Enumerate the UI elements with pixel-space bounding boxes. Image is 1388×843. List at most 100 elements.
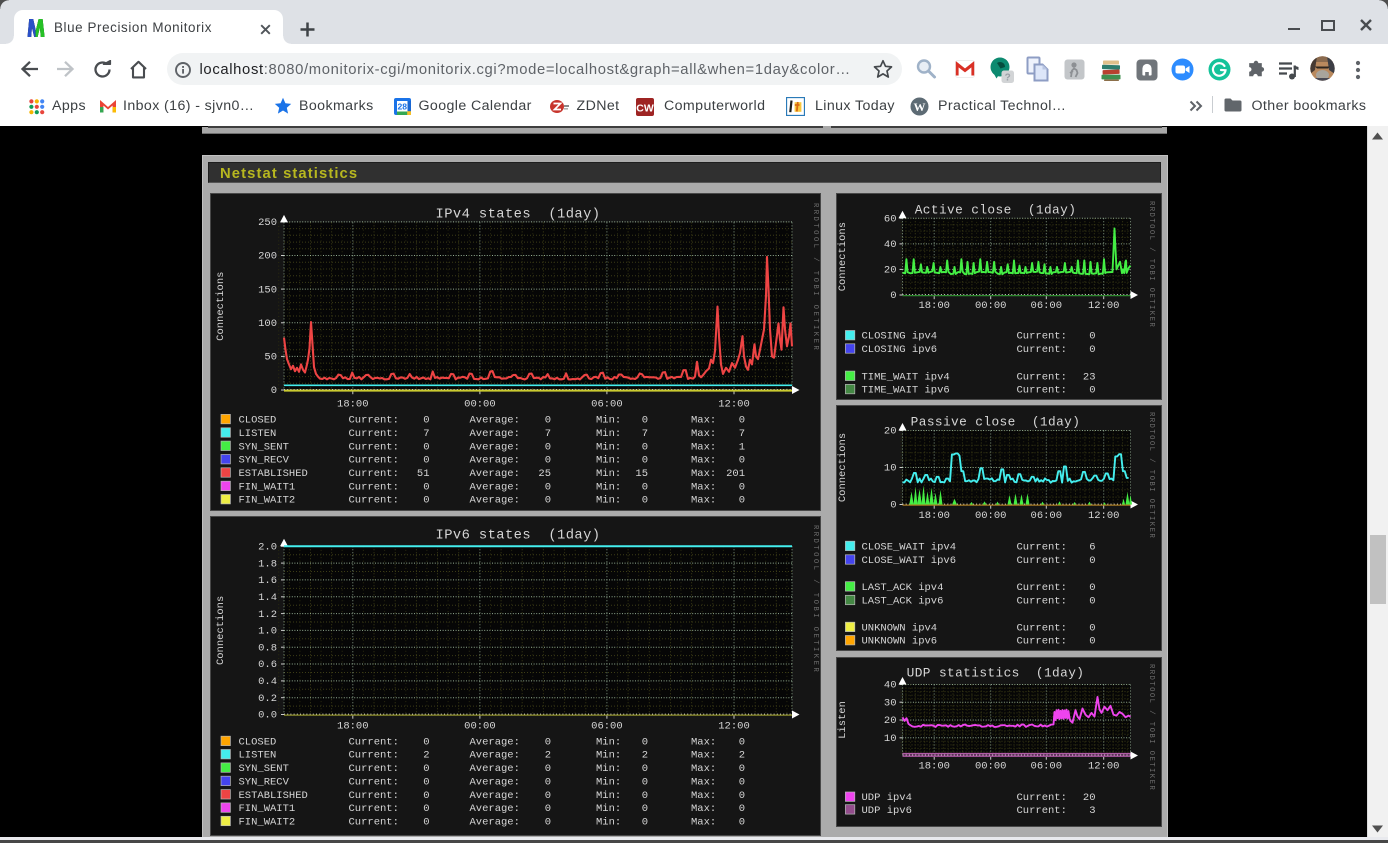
svg-text:Min:: Min: bbox=[596, 736, 621, 748]
svg-text:0: 0 bbox=[544, 481, 550, 493]
svg-text:Passive close (1day): Passive close (1day) bbox=[911, 415, 1081, 430]
svg-text:0.0: 0.0 bbox=[258, 710, 277, 722]
svg-text:IPv6 states (1day): IPv6 states (1day) bbox=[435, 528, 600, 544]
svg-text:Listen: Listen bbox=[837, 701, 849, 739]
svg-text:00:00: 00:00 bbox=[975, 300, 1007, 312]
svg-text:0: 0 bbox=[544, 414, 550, 426]
svg-text:00:00: 00:00 bbox=[464, 398, 496, 410]
svg-text:0: 0 bbox=[423, 481, 429, 493]
svg-text:0: 0 bbox=[544, 763, 550, 775]
svg-text:0: 0 bbox=[1089, 596, 1095, 608]
svg-text:CLOSED: CLOSED bbox=[238, 736, 276, 748]
svg-text:2: 2 bbox=[738, 750, 744, 762]
svg-text:Current:: Current: bbox=[1017, 636, 1067, 648]
svg-text:Average:: Average: bbox=[469, 468, 519, 480]
svg-text:Max:: Max: bbox=[691, 481, 716, 493]
svg-text:LAST_ACK ipv6: LAST_ACK ipv6 bbox=[862, 596, 944, 608]
svg-text:10: 10 bbox=[884, 463, 897, 475]
svg-text:Max:: Max: bbox=[691, 803, 716, 815]
svg-text:Max:: Max: bbox=[691, 414, 716, 426]
svg-text:SYN_SENT: SYN_SENT bbox=[238, 441, 288, 453]
svg-text:Current:: Current: bbox=[1017, 622, 1067, 634]
svg-text:18:00: 18:00 bbox=[918, 510, 950, 522]
svg-text:CLOSE_WAIT ipv4: CLOSE_WAIT ipv4 bbox=[862, 541, 957, 553]
svg-text:0: 0 bbox=[423, 441, 429, 453]
svg-text:FIN_WAIT2: FIN_WAIT2 bbox=[238, 817, 295, 829]
svg-text:LAST_ACK ipv4: LAST_ACK ipv4 bbox=[862, 582, 944, 594]
svg-text:LISTEN: LISTEN bbox=[238, 750, 276, 762]
svg-text:Max:: Max: bbox=[691, 441, 716, 453]
svg-text:0: 0 bbox=[423, 803, 429, 815]
svg-text:RRDTOOL / TOBI OETIKER: RRDTOOL / TOBI OETIKER bbox=[1147, 412, 1155, 539]
svg-text:201: 201 bbox=[726, 468, 745, 480]
svg-text:0: 0 bbox=[544, 441, 550, 453]
svg-text:0.8: 0.8 bbox=[258, 642, 277, 654]
svg-text:Connections: Connections bbox=[837, 221, 849, 290]
svg-text:0.2: 0.2 bbox=[258, 693, 277, 705]
svg-text:Average:: Average: bbox=[469, 790, 519, 802]
svg-text:3: 3 bbox=[1089, 805, 1095, 817]
svg-text:Current:: Current: bbox=[348, 817, 398, 829]
svg-text:0: 0 bbox=[544, 817, 550, 829]
svg-text:1.4: 1.4 bbox=[258, 592, 277, 604]
svg-text:Current:: Current: bbox=[348, 736, 398, 748]
svg-text:00:00: 00:00 bbox=[975, 510, 1007, 522]
svg-text:0.6: 0.6 bbox=[258, 659, 277, 671]
svg-text:15: 15 bbox=[635, 468, 648, 480]
svg-text:Max:: Max: bbox=[691, 736, 716, 748]
svg-text:Current:: Current: bbox=[348, 494, 398, 506]
svg-text:CLOSED: CLOSED bbox=[238, 414, 276, 426]
svg-text:TIME_WAIT ipv4: TIME_WAIT ipv4 bbox=[862, 371, 950, 383]
svg-text:12:00: 12:00 bbox=[718, 720, 750, 732]
svg-text:Max:: Max: bbox=[691, 494, 716, 506]
svg-text:ESTABLISHED: ESTABLISHED bbox=[238, 468, 307, 480]
svg-text:Current:: Current: bbox=[1017, 596, 1067, 608]
svg-text:7: 7 bbox=[641, 428, 647, 440]
svg-text:SYN_RECV: SYN_RECV bbox=[238, 776, 289, 788]
svg-text:CLOSE_WAIT ipv6: CLOSE_WAIT ipv6 bbox=[862, 555, 957, 567]
svg-text:0: 0 bbox=[641, 763, 647, 775]
svg-text:Min:: Min: bbox=[596, 428, 621, 440]
svg-text:0: 0 bbox=[738, 481, 744, 493]
svg-text:Active close (1day): Active close (1day) bbox=[915, 202, 1077, 217]
svg-text:0: 0 bbox=[641, 494, 647, 506]
svg-text:Current:: Current: bbox=[348, 776, 398, 788]
svg-text:IPv4 states (1day): IPv4 states (1day) bbox=[435, 206, 600, 222]
svg-text:Max:: Max: bbox=[691, 776, 716, 788]
svg-text:0: 0 bbox=[738, 494, 744, 506]
svg-text:0: 0 bbox=[738, 790, 744, 802]
svg-text:0: 0 bbox=[270, 385, 276, 397]
svg-text:Connections: Connections bbox=[215, 596, 227, 665]
svg-text:0: 0 bbox=[641, 776, 647, 788]
svg-text:0: 0 bbox=[641, 736, 647, 748]
svg-text:SYN_RECV: SYN_RECV bbox=[238, 454, 289, 466]
svg-text:Average:: Average: bbox=[469, 763, 519, 775]
svg-text:Min:: Min: bbox=[596, 750, 621, 762]
svg-text:06:00: 06:00 bbox=[1031, 510, 1063, 522]
svg-text:0: 0 bbox=[1089, 582, 1095, 594]
svg-text:0: 0 bbox=[738, 414, 744, 426]
svg-text:Current:: Current: bbox=[1017, 805, 1067, 817]
svg-text:150: 150 bbox=[258, 284, 277, 296]
svg-text:Current:: Current: bbox=[348, 803, 398, 815]
svg-text:30: 30 bbox=[884, 698, 897, 710]
svg-text:23: 23 bbox=[1083, 371, 1096, 383]
svg-text:50: 50 bbox=[264, 351, 277, 363]
svg-text:2: 2 bbox=[423, 750, 429, 762]
svg-text:Current:: Current: bbox=[348, 414, 398, 426]
svg-text:Connections: Connections bbox=[215, 271, 227, 340]
svg-text:25: 25 bbox=[538, 468, 551, 480]
svg-text:FIN_WAIT1: FIN_WAIT1 bbox=[238, 481, 295, 493]
svg-text:Min:: Min: bbox=[596, 414, 621, 426]
svg-text:Max:: Max: bbox=[691, 750, 716, 762]
svg-text:Average:: Average: bbox=[469, 454, 519, 466]
svg-text:0: 0 bbox=[544, 494, 550, 506]
svg-text:Min:: Min: bbox=[596, 454, 621, 466]
svg-text:0: 0 bbox=[423, 790, 429, 802]
svg-text:0: 0 bbox=[544, 454, 550, 466]
svg-text:Max:: Max: bbox=[691, 428, 716, 440]
svg-text:20: 20 bbox=[884, 426, 897, 438]
svg-text:0: 0 bbox=[423, 776, 429, 788]
svg-text:0: 0 bbox=[423, 414, 429, 426]
svg-text:Max:: Max: bbox=[691, 817, 716, 829]
